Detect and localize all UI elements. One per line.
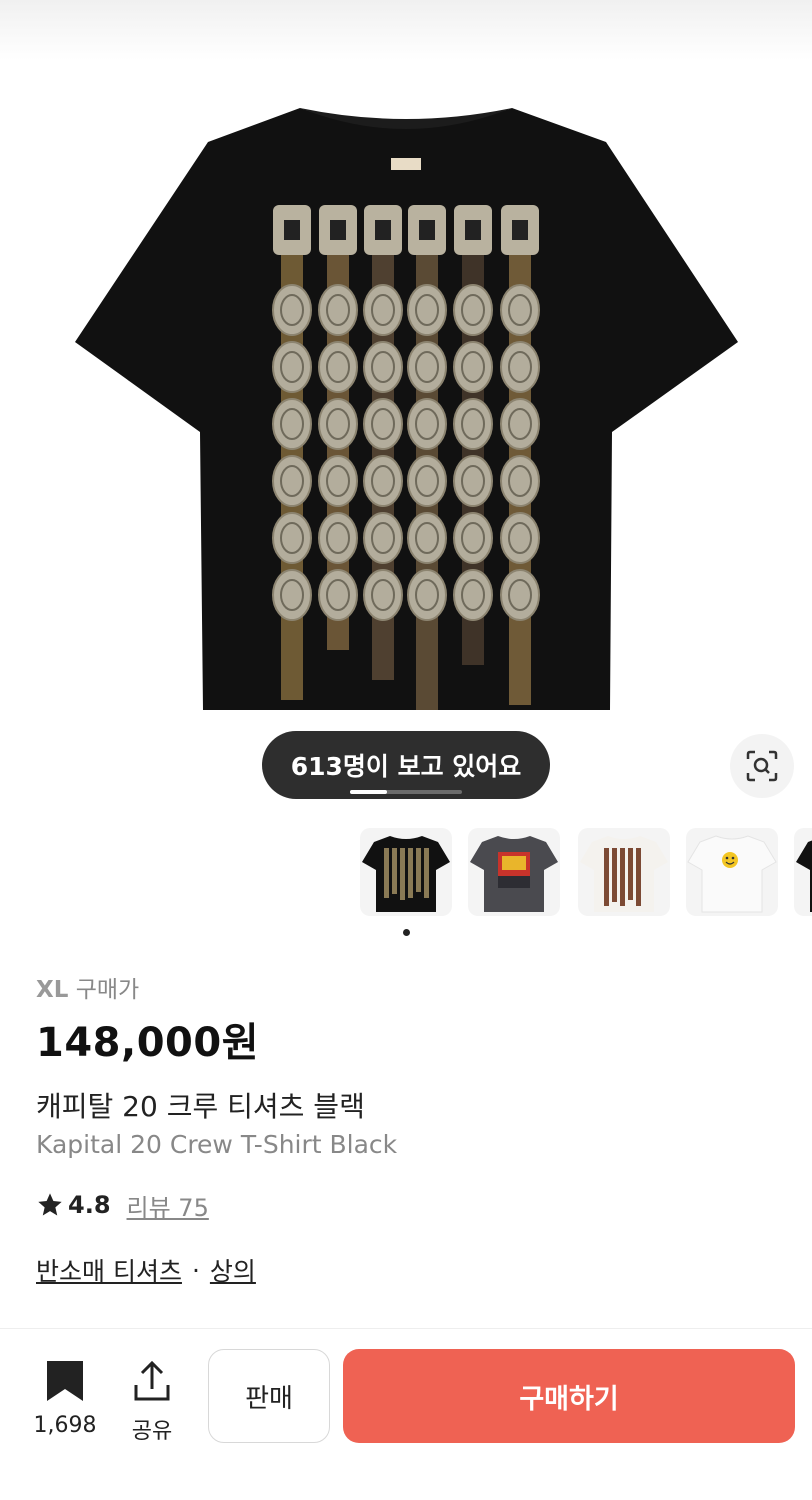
viewers-count-badge: 613명이 보고 있어요 (262, 731, 550, 799)
sell-button[interactable]: 판매 (208, 1349, 330, 1443)
carousel-page-dot (403, 929, 410, 936)
share-label: 공유 (131, 1419, 173, 1444)
progress-fill (350, 790, 387, 794)
lens-search-button[interactable] (730, 734, 794, 798)
category-separator: · (191, 1255, 200, 1285)
bookmark-count: 1,698 (33, 1413, 97, 1438)
share-button[interactable]: 공유 (122, 1359, 182, 1445)
lens-search-icon (746, 750, 778, 782)
product-name-english: Kapital 20 Crew T-Shirt Black (36, 1130, 398, 1159)
category-breadcrumb: 반소매 티셔츠 · 상의 (36, 1252, 256, 1288)
thumbnail-gray-graphic-tee[interactable] (468, 828, 560, 916)
thumbnail-black-belt-tee[interactable] (360, 828, 452, 916)
tshirt-illustration (75, 108, 738, 710)
size-label: XL (36, 977, 69, 1003)
rating-row: 4.8 리뷰 75 (36, 1188, 209, 1222)
thumbnail-partial-tee[interactable] (794, 828, 812, 916)
bottom-action-bar: 1,698 공유 판매 구매하기 (0, 1328, 812, 1500)
image-carousel-progress (350, 790, 462, 794)
product-image[interactable] (0, 60, 812, 760)
bookmark-button[interactable]: 1,698 (30, 1359, 100, 1438)
thumbnail-strip[interactable] (360, 828, 812, 918)
buy-button[interactable]: 구매하기 (343, 1349, 795, 1443)
product-name-korean: 캐피탈 20 크루 티셔츠 블랙 (36, 1090, 365, 1123)
purchase-price-label: 구매가 (75, 977, 140, 1003)
review-link[interactable]: 리뷰 75 (127, 1188, 209, 1223)
top-bar-fade (0, 0, 812, 60)
product-price: 148,000원 (36, 1020, 259, 1066)
share-icon (134, 1360, 170, 1401)
rating-score: 4.8 (68, 1191, 111, 1219)
thumbnail-white-belt-tee[interactable] (578, 828, 670, 916)
star-icon (38, 1193, 62, 1216)
thumbnail-white-smiley-tee[interactable] (686, 828, 778, 916)
category-link-tops[interactable]: 상의 (210, 1252, 256, 1288)
bookmark-icon (47, 1361, 83, 1401)
category-link-short-sleeve[interactable]: 반소매 티셔츠 (36, 1252, 182, 1288)
size-price-label: XL 구매가 (36, 970, 139, 1004)
